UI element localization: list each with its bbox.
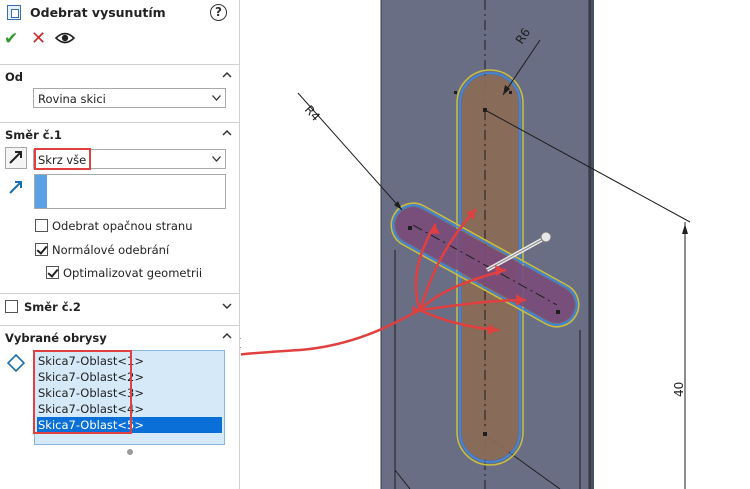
action-bar: ✔ ✕ xyxy=(0,28,240,50)
chevron-down-icon xyxy=(212,156,221,162)
section-direction1-title: Směr č.1 xyxy=(5,128,62,142)
help-icon[interactable]: ? xyxy=(210,4,227,21)
preview-eye-icon[interactable] xyxy=(55,31,75,45)
chevron-down-icon xyxy=(212,95,221,101)
direction2-checkbox[interactable] xyxy=(5,300,18,313)
title-bar: Odebrat vysunutím ? xyxy=(0,0,240,26)
model-view[interactable]: R4 R6 40 xyxy=(241,0,750,489)
dimension-40-label[interactable]: 40 xyxy=(672,382,686,397)
chevron-down-icon[interactable] xyxy=(222,301,232,311)
reverse-direction-button[interactable] xyxy=(5,147,27,169)
field-color-marker xyxy=(35,175,47,208)
reverse-side-label: Odebrat opačnou stranu xyxy=(52,219,193,233)
normal-cut-checkbox[interactable] xyxy=(35,243,48,256)
chevron-up-icon[interactable] xyxy=(222,70,232,80)
direction-vector-icon xyxy=(9,181,22,194)
optimize-geometry-checkbox[interactable] xyxy=(46,266,59,279)
start-condition-value: Rovina skici xyxy=(38,92,106,106)
part-edge xyxy=(588,0,594,489)
section-od-title: Od xyxy=(5,70,24,84)
section-direction1-header[interactable]: Směr č.1 xyxy=(0,122,240,144)
reverse-direction-icon xyxy=(9,151,22,164)
section-direction2-header[interactable]: Směr č.2 xyxy=(0,293,240,319)
reverse-side-checkbox[interactable] xyxy=(35,219,48,232)
cut-extrude-icon xyxy=(7,5,21,20)
section-direction2-title: Směr č.2 xyxy=(24,300,81,314)
highlight-box xyxy=(34,148,91,170)
dimension-arrow xyxy=(682,224,688,234)
property-manager: Odebrat vysunutím ? ✔ ✕ Od Rovina skici … xyxy=(0,0,247,489)
ok-icon[interactable]: ✔ xyxy=(4,29,18,49)
list-resize-handle[interactable] xyxy=(127,449,133,455)
contour-selection-icon xyxy=(7,354,25,372)
optimize-geometry-label: Optimalizovat geometrii xyxy=(63,266,203,280)
highlight-box xyxy=(33,350,132,434)
chevron-up-icon[interactable] xyxy=(222,128,232,138)
section-contours-header[interactable]: Vybrané obrysy xyxy=(0,325,240,347)
chevron-up-icon[interactable] xyxy=(222,331,232,341)
section-contours-title: Vybrané obrysy xyxy=(5,331,107,345)
normal-cut-label: Normálové odebrání xyxy=(52,243,170,257)
section-od-header[interactable]: Od xyxy=(0,64,240,86)
cancel-icon[interactable]: ✕ xyxy=(31,28,46,49)
feature-title: Odebrat vysunutím xyxy=(30,5,166,20)
start-condition-select[interactable]: Rovina skici xyxy=(33,88,226,108)
graphics-area[interactable]: R4 R6 40 xyxy=(241,0,750,489)
dimension-r4-label[interactable]: R4 xyxy=(302,103,323,124)
direction-reference-field[interactable] xyxy=(34,174,226,209)
